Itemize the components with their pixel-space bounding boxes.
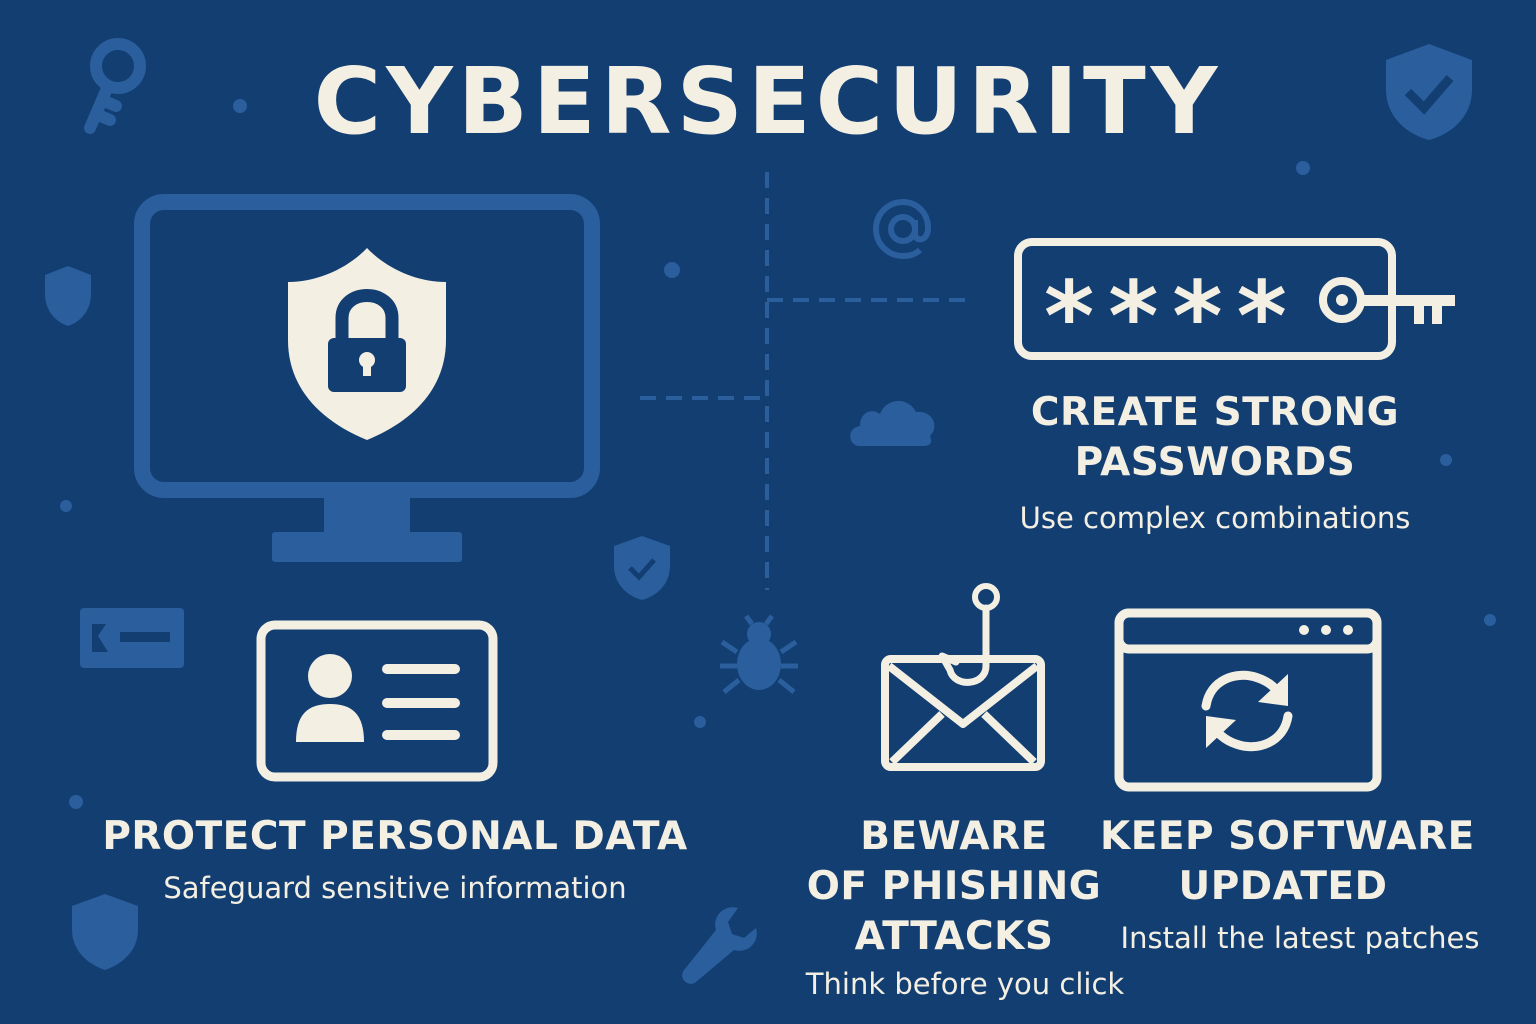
phishing-heading-line-2: OF PHISHING — [806, 864, 1102, 909]
passwords-heading-line-2: PASSWORDS — [1074, 440, 1356, 485]
id-card-icon — [256, 620, 498, 782]
software-heading: KEEP SOFTWARE UPDATED — [1100, 812, 1475, 912]
phishing-heading-line-3: ATTACKS — [854, 914, 1054, 959]
passwords-heading: CREATE STRONG PASSWORDS — [1000, 388, 1430, 488]
personal-data-heading: PROTECT PERSONAL DATA — [102, 814, 688, 859]
phishing-subtitle: Think before you click — [805, 967, 1125, 1001]
fish-hook-icon — [938, 583, 1000, 686]
passwords-subtitle: Use complex combinations — [1019, 501, 1411, 535]
software-subtitle: Install the latest patches — [1120, 921, 1480, 955]
software-heading-line-2: UPDATED — [1178, 864, 1388, 909]
refresh-icon — [1201, 670, 1293, 752]
password-mask: **** — [1044, 262, 1301, 342]
software-heading-line-1: KEEP SOFTWARE — [1100, 814, 1475, 859]
shield-lock-icon — [288, 248, 446, 440]
phishing-heading-line-1: BEWARE — [860, 814, 1048, 859]
page-title: CYBERSECURITY — [313, 48, 1223, 155]
phishing-heading: BEWARE OF PHISHING ATTACKS — [806, 812, 1102, 962]
key-icon — [1319, 277, 1455, 324]
personal-data-subtitle: Safeguard sensitive information — [163, 871, 627, 905]
passwords-heading-line-1: CREATE STRONG — [1030, 390, 1400, 435]
